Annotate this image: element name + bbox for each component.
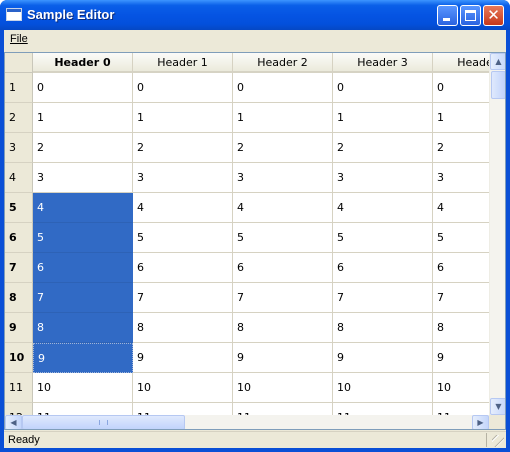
column-header[interactable]: Header 2 — [233, 53, 333, 73]
maximize-icon — [465, 10, 476, 21]
grid-cell[interactable]: 9 — [133, 343, 233, 373]
row-header[interactable]: 9 — [5, 313, 33, 343]
grid-cell[interactable]: 0 — [33, 73, 133, 103]
grid-cell[interactable]: 6 — [333, 253, 433, 283]
grid-cell[interactable]: 8 — [333, 313, 433, 343]
grid-cell[interactable]: 0 — [333, 73, 433, 103]
close-button[interactable]: ✕ — [483, 5, 504, 26]
status-separator — [486, 433, 487, 447]
scroll-right-button[interactable]: ▶ — [472, 415, 489, 429]
horizontal-scroll-thumb[interactable] — [22, 415, 185, 429]
grid-cell[interactable]: 10 — [233, 373, 333, 403]
scroll-up-button[interactable]: ▲ — [490, 53, 505, 70]
grid-cell[interactable]: 5 — [233, 223, 333, 253]
row-header[interactable]: 8 — [5, 283, 33, 313]
vertical-scrollbar[interactable]: ▲ ▼ — [489, 53, 505, 415]
row-header[interactable]: 11 — [5, 373, 33, 403]
grid-corner[interactable] — [5, 53, 33, 73]
status-text: Ready — [8, 434, 40, 446]
grid-cell[interactable]: 1 — [233, 103, 333, 133]
grid-cell[interactable]: 10 — [33, 373, 133, 403]
minimize-button[interactable] — [437, 5, 458, 26]
row-header[interactable]: 7 — [5, 253, 33, 283]
client-area: File Header 0 Header 1 Header 2 Header 3 Hea… — [4, 30, 506, 448]
grid-cell[interactable]: 9 — [33, 343, 133, 373]
grid-cell[interactable]: 6 — [133, 253, 233, 283]
maximize-button[interactable] — [460, 5, 481, 26]
column-header[interactable]: Header 1 — [133, 53, 233, 73]
grid-cell[interactable]: 0 — [133, 73, 233, 103]
grid-cell[interactable]: 9 — [333, 343, 433, 373]
grid-cell[interactable]: 4 — [133, 193, 233, 223]
grid-cell[interactable]: 3 — [33, 163, 133, 193]
grid-cell[interactable]: 5 — [333, 223, 433, 253]
grid-cell[interactable]: 2 — [233, 133, 333, 163]
grid-cell[interactable]: 4 — [233, 193, 333, 223]
grid-cell[interactable]: 7 — [333, 283, 433, 313]
grid-cell[interactable]: 3 — [133, 163, 233, 193]
row-header[interactable]: 5 — [5, 193, 33, 223]
grid-cell[interactable]: 5 — [33, 223, 133, 253]
vertical-scroll-thumb[interactable] — [491, 71, 505, 99]
grid-cell[interactable]: 8 — [233, 313, 333, 343]
grid-cell[interactable]: 6 — [33, 253, 133, 283]
scroll-down-button[interactable]: ▼ — [490, 398, 505, 415]
grid-cell[interactable]: 10 — [133, 373, 233, 403]
grid-cell[interactable]: 2 — [33, 133, 133, 163]
minimize-icon — [443, 18, 450, 21]
app-icon[interactable] — [6, 8, 22, 21]
grid-cell[interactable]: 2 — [333, 133, 433, 163]
column-header[interactable]: Header 0 — [33, 53, 133, 73]
menu-file[interactable]: File — [10, 33, 28, 45]
scroll-left-button[interactable]: ◀ — [5, 415, 22, 429]
close-icon: ✕ — [487, 6, 500, 24]
grid-cell[interactable]: 3 — [233, 163, 333, 193]
grid-cell[interactable]: 7 — [233, 283, 333, 313]
row-header[interactable]: 4 — [5, 163, 33, 193]
grid-cell[interactable]: 1 — [333, 103, 433, 133]
grid-cell[interactable]: 7 — [33, 283, 133, 313]
row-header[interactable]: 3 — [5, 133, 33, 163]
row-header[interactable]: 1 — [5, 73, 33, 103]
menu-bar: File — [4, 30, 506, 50]
column-header[interactable]: Header 3 — [333, 53, 433, 73]
grid-cell[interactable]: 8 — [133, 313, 233, 343]
status-bar: Ready — [4, 431, 506, 448]
grid-cell[interactable]: 8 — [33, 313, 133, 343]
grid-cell[interactable]: 0 — [233, 73, 333, 103]
resize-grip-icon[interactable] — [492, 435, 504, 447]
app-window: Sample Editor ✕ File Header 0 Header 1 Hea… — [0, 0, 510, 452]
grid-cell[interactable]: 5 — [133, 223, 233, 253]
grid-cell[interactable]: 1 — [33, 103, 133, 133]
grid-cell[interactable]: 4 — [33, 193, 133, 223]
grid-cell[interactable]: 9 — [233, 343, 333, 373]
scroll-corner — [489, 415, 505, 429]
grid-cell[interactable]: 10 — [333, 373, 433, 403]
row-header[interactable]: 10 — [5, 343, 33, 373]
grid-cell[interactable]: 1 — [133, 103, 233, 133]
spreadsheet-grid[interactable]: Header 0 Header 1 Header 2 Header 3 Header 4… — [4, 52, 506, 430]
window-title: Sample Editor — [27, 7, 115, 22]
grid-cell[interactable]: 7 — [133, 283, 233, 313]
row-header[interactable]: 6 — [5, 223, 33, 253]
grid-cell[interactable]: 6 — [233, 253, 333, 283]
grid-cell[interactable]: 2 — [133, 133, 233, 163]
row-header[interactable]: 2 — [5, 103, 33, 133]
horizontal-scrollbar[interactable]: ◀ ▶ — [5, 415, 489, 429]
grid-cell[interactable]: 3 — [333, 163, 433, 193]
grid-cell[interactable]: 4 — [333, 193, 433, 223]
title-bar[interactable]: Sample Editor ✕ — [0, 0, 510, 30]
